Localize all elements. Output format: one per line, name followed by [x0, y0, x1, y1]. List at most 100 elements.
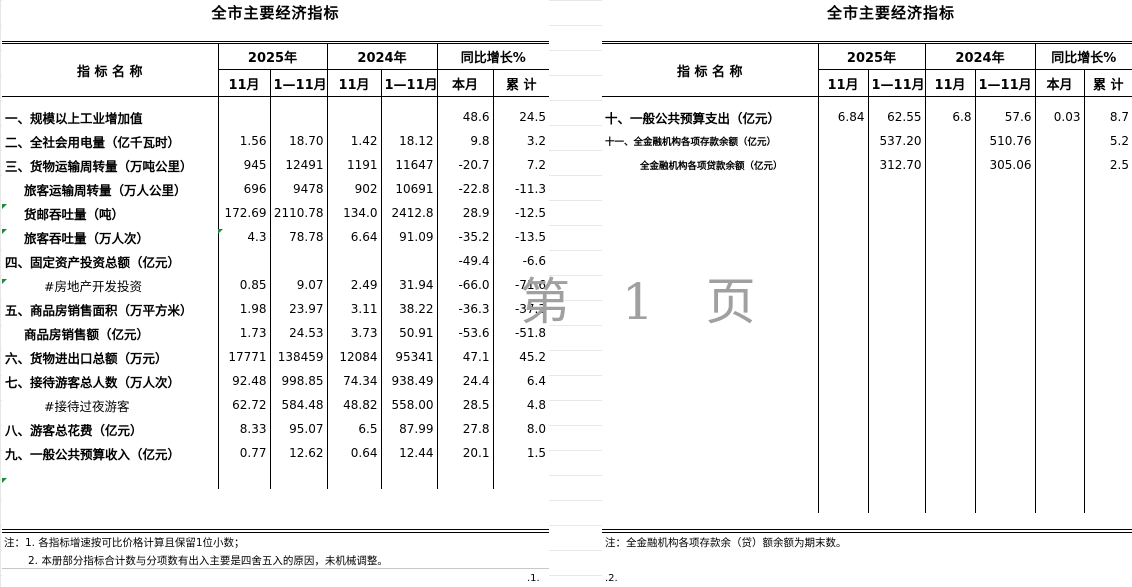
empty-cell — [868, 417, 926, 441]
empty-cell — [1035, 201, 1085, 225]
growth-month: 47.1 — [437, 345, 494, 369]
empty-cell — [818, 297, 869, 321]
indicator-label: 货邮吞吐量（吨） — [2, 201, 219, 225]
empty-cell — [868, 489, 926, 513]
empty-row — [602, 201, 1132, 225]
empty-cell — [602, 201, 819, 225]
growth-cum: 2.5 — [1109, 158, 1129, 172]
empty-cell — [818, 345, 869, 369]
empty-cell — [602, 369, 819, 393]
value-2025-ytd: 537.20 — [868, 129, 926, 153]
table-row: 八、游客总花费（亿元） 8.33 95.07 6.5 87.99 27.8 8.0 — [2, 417, 549, 441]
growth-month: 28.9 — [437, 201, 494, 225]
table-row: 五、商品房销售面积（万平方米） 1.98 23.97 3.11 38.22 -36.3 -3… — [2, 297, 549, 321]
empty-cell — [975, 249, 1036, 273]
value-2024-ytd: 2412.8 — [381, 201, 438, 225]
value-2024-month: 6.8 — [925, 105, 976, 129]
empty-cell — [1035, 345, 1085, 369]
empty-cell — [1035, 273, 1085, 297]
header-2025: 2025年 — [218, 41, 328, 70]
empty-cell — [602, 441, 819, 465]
value-2024-ytd: 12.44 — [381, 441, 438, 465]
empty-cell — [868, 177, 926, 201]
growth-month: 0.03 — [1035, 105, 1085, 129]
indicator-label: 一、规模以上工业增加值 — [2, 105, 219, 129]
value-2025-month: 945 — [218, 153, 271, 177]
table-row: 货邮吞吐量（吨） 172.69 2110.78 134.0 2412.8 28.9 -12.… — [2, 201, 549, 225]
empty-cell — [1084, 441, 1132, 465]
value-2024-ytd: 305.06 — [975, 153, 1036, 177]
value-2025-ytd: 95.07 — [270, 417, 328, 441]
header-indicator-name: 指 标 名 称 — [602, 41, 819, 97]
table-row: 二、全社会用电量（亿千瓦时） 1.56 18.70 1.42 18.12 9.8 3.2 — [2, 129, 549, 153]
value-2025-ytd: 12491 — [270, 153, 328, 177]
indicator-label: 三、货物运输周转量（万吨公里） — [2, 153, 219, 177]
growth-cum: -71.6 — [514, 278, 546, 292]
table-row: 十一、全金融机构各项存款余额（亿元） 537.20 510.76 5.2 — [602, 129, 1132, 153]
value-2024-month: 0.64 — [327, 441, 382, 465]
growth-month: -22.8 — [437, 177, 494, 201]
value-2024-ytd: 31.94 — [381, 273, 438, 297]
value-2024-month: 1.42 — [327, 129, 382, 153]
empty-cell — [602, 345, 819, 369]
footer-rule-right — [602, 529, 1132, 530]
header-2024-month: 11月 — [925, 69, 976, 97]
empty-cell — [1035, 393, 1085, 417]
empty-row — [2, 465, 549, 489]
value-2025-month: 6.84 — [818, 105, 869, 129]
table-row: 三、货物运输周转量（万吨公里） 945 12491 1191 11647 -20.7 7.2 — [2, 153, 549, 177]
value-2024-ytd: 11647 — [381, 153, 438, 177]
value-2024-month: 3.11 — [327, 297, 382, 321]
empty-cell — [818, 177, 869, 201]
indicator-label: 七、接待游客总人数（万人次） — [2, 369, 219, 393]
value-2025-ytd: 9.07 — [270, 273, 328, 297]
value-2024-ytd: 50.91 — [381, 321, 438, 345]
cell-marker-icon — [2, 279, 7, 284]
page-left: 全市主要经济指标 指 标 名 称 2025年 2024年 同比增长% 11月 1… — [2, 0, 549, 587]
value-2024-month: 3.73 — [327, 321, 382, 345]
empty-cell — [868, 249, 926, 273]
empty-cell — [975, 297, 1036, 321]
value-2024-ytd — [381, 249, 438, 273]
value-2025-month: 1.73 — [218, 321, 271, 345]
empty-cell — [925, 441, 976, 465]
value-2024-month — [925, 153, 976, 177]
page-number-left: .1. — [527, 573, 540, 584]
growth-cum: 8.7 — [1109, 110, 1129, 124]
empty-row — [602, 273, 1132, 297]
empty-cell — [602, 273, 819, 297]
indicator-label: 旅客吞吐量（万人次） — [2, 225, 219, 249]
growth-month: -66.0 — [437, 273, 494, 297]
value-2025-month — [218, 249, 271, 273]
growth-month — [1035, 153, 1085, 177]
value-2025-month — [218, 105, 271, 129]
table-row: 九、一般公共预算收入（亿元） 0.77 12.62 0.64 12.44 20.1 1.5 — [2, 441, 549, 465]
growth-cum: -12.5 — [514, 206, 546, 220]
table-row: 七、接待游客总人数（万人次） 92.48 998.85 74.34 938.49 24.4… — [2, 369, 549, 393]
empty-cell — [925, 201, 976, 225]
empty-cell — [818, 441, 869, 465]
growth-month: 48.6 — [437, 105, 494, 129]
header-2025-month: 11月 — [818, 69, 869, 97]
value-2024-ytd: 91.09 — [381, 225, 438, 249]
empty-row — [602, 465, 1132, 489]
empty-cell — [868, 273, 926, 297]
growth-cum: 24.5 — [519, 110, 546, 124]
empty-cell — [1084, 489, 1132, 513]
growth-cum: 8.0 — [526, 422, 546, 436]
table-row: 全金融机构各项贷款余额（亿元） 312.70 305.06 2.5 — [602, 153, 1132, 177]
indicator-label: 六、货物进出口总额（万元） — [2, 345, 219, 369]
table-row: #房地产开发投资 0.85 9.07 2.49 31.94 -66.0 -71.6 — [2, 273, 549, 297]
growth-month: -36.3 — [437, 297, 494, 321]
value-2025-ytd: 78.78 — [270, 225, 328, 249]
empty-cell — [602, 225, 819, 249]
empty-cell — [925, 321, 976, 345]
value-2025-month: 8.33 — [218, 417, 271, 441]
empty-cell — [2, 465, 219, 489]
header-growth-month: 本月 — [1035, 69, 1085, 97]
table-row: 商品房销售额（亿元） 1.73 24.53 3.73 50.91 -53.6 -51.8 — [2, 321, 549, 345]
empty-row — [602, 321, 1132, 345]
header-2025: 2025年 — [818, 41, 926, 70]
empty-cell — [868, 345, 926, 369]
value-2025-ytd: 23.97 — [270, 297, 328, 321]
